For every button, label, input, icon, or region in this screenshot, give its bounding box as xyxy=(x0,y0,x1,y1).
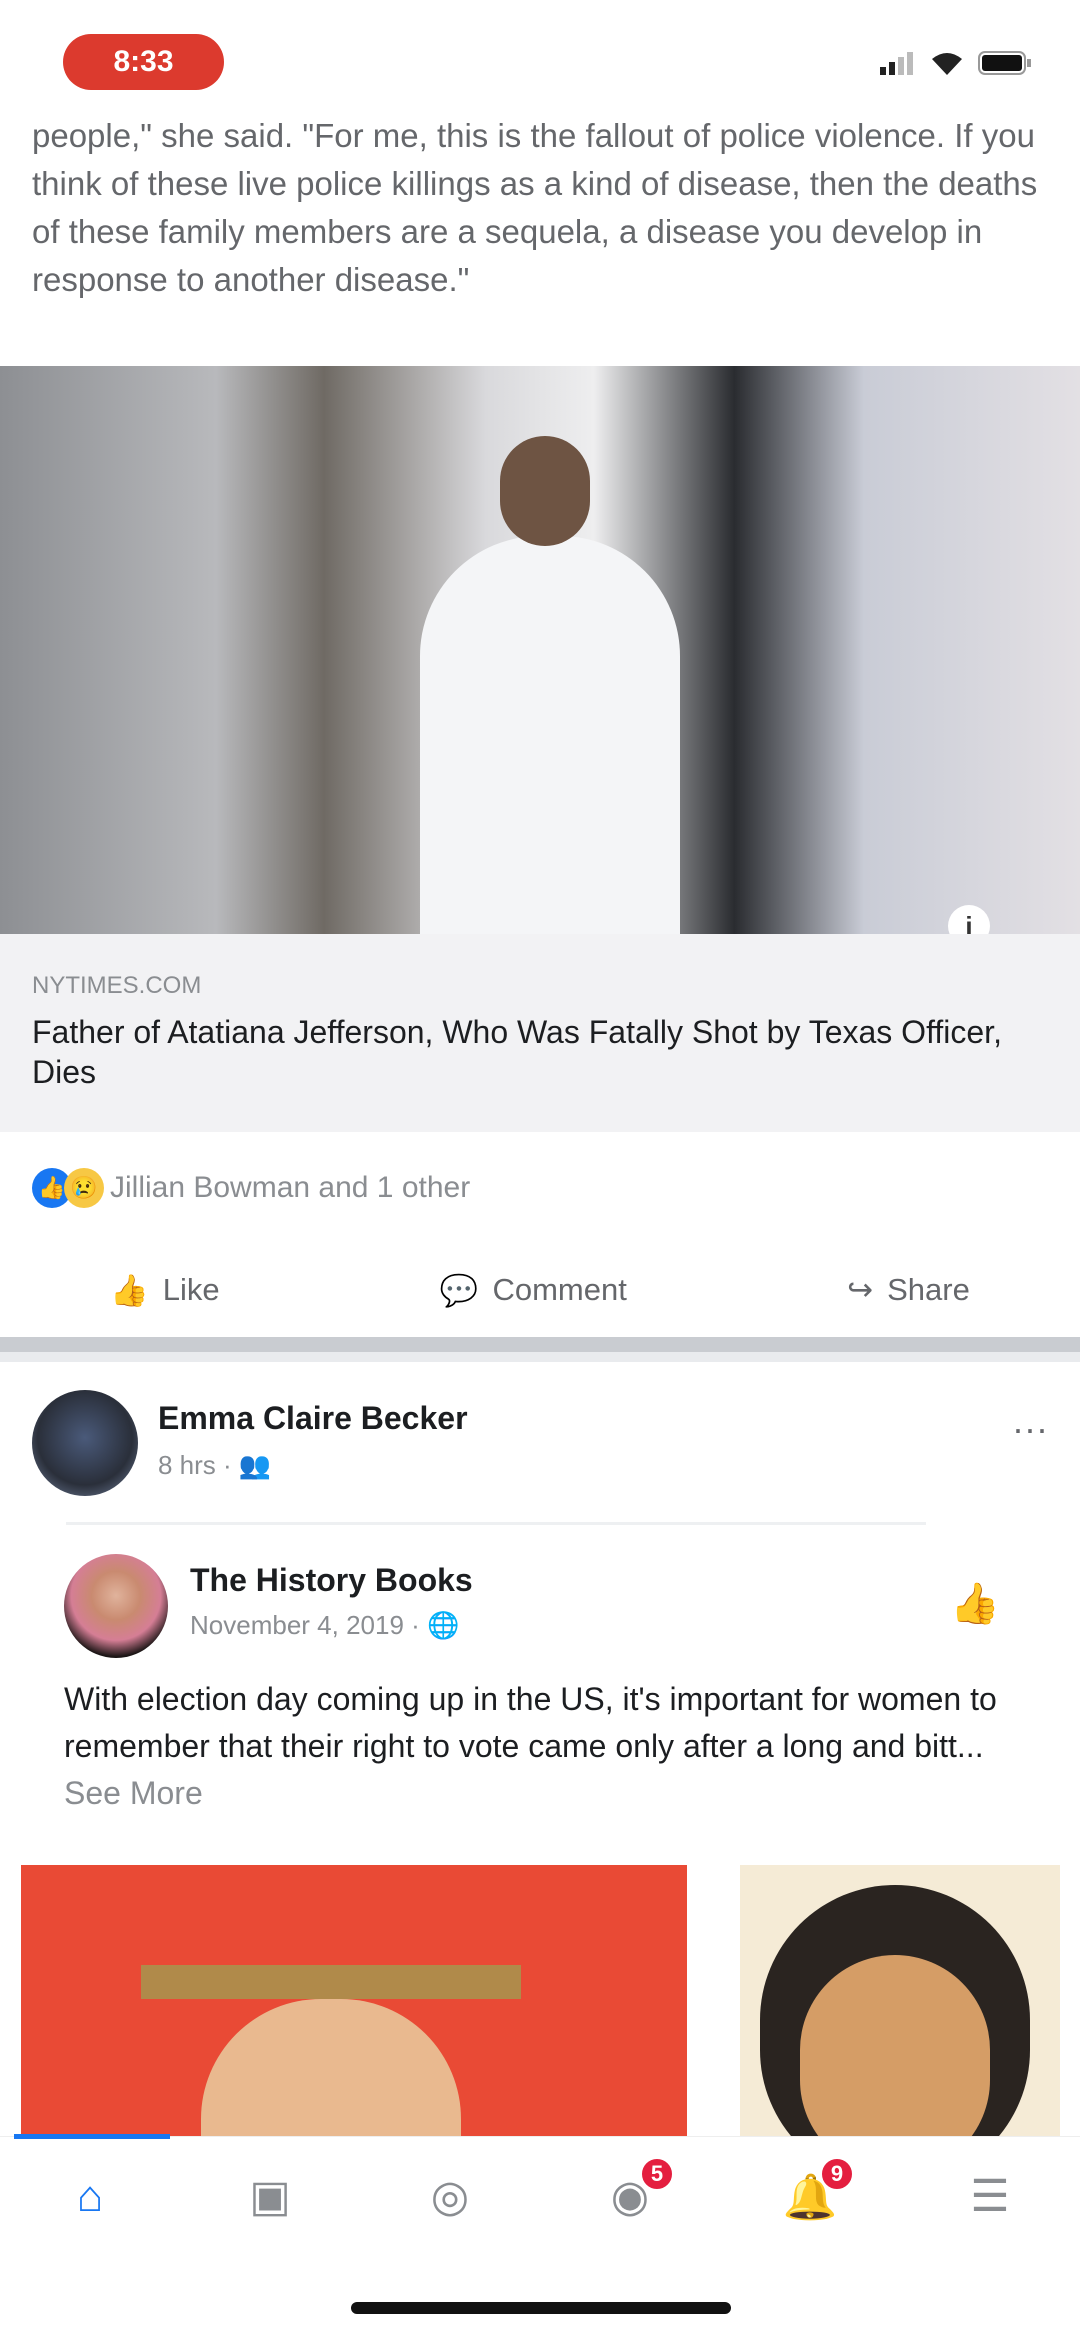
feed-separator xyxy=(0,1337,1080,1362)
post-time[interactable]: 8 hrs · 👥 xyxy=(158,1450,271,1481)
like-button[interactable]: 👍 Like xyxy=(110,1272,219,1309)
post-action-bar: 👍 Like 💬 Comment ↪ Share xyxy=(0,1255,1080,1325)
shared-page-name[interactable]: The History Books xyxy=(190,1562,473,1599)
haha-reaction-icon: 😢 xyxy=(64,1168,104,1208)
groups-badge: 5 xyxy=(639,2155,675,2192)
author-avatar[interactable] xyxy=(32,1390,138,1496)
menu-icon: ☰ xyxy=(970,2172,1010,2221)
share-icon: ↪ xyxy=(847,1272,874,1307)
share-label: Share xyxy=(887,1272,970,1307)
watch-icon: ▣ xyxy=(249,2172,291,2221)
comment-icon: 💬 xyxy=(439,1272,479,1308)
nav-groups[interactable]: ◉ 5 xyxy=(595,2155,675,2232)
author-name[interactable]: Emma Claire Becker xyxy=(158,1400,468,1437)
shared-text: With election day coming up in the US, i… xyxy=(64,1681,997,1764)
shared-divider xyxy=(66,1522,926,1525)
bottom-navigation: ⌂ ▣ ◎ ◉ 5 🔔 9 ☰ xyxy=(0,2136,1080,2256)
reactions-text: Jillian Bowman and 1 other xyxy=(110,1171,471,1204)
see-more-link[interactable]: See More xyxy=(64,1775,203,1811)
home-indicator[interactable] xyxy=(351,2302,731,2314)
profile-icon: ◎ xyxy=(430,2172,470,2221)
shared-date-text: November 4, 2019 xyxy=(190,1610,404,1640)
comment-button[interactable]: 💬 Comment xyxy=(440,1272,627,1309)
globe-icon: 🌐 xyxy=(427,1610,460,1640)
comment-label: Comment xyxy=(492,1272,627,1307)
link-title[interactable]: Father of Atatiana Jefferson, Who Was Fa… xyxy=(32,1012,1012,1092)
post-image-1[interactable] xyxy=(21,1865,687,2136)
more-options-icon[interactable]: ··· xyxy=(1012,1408,1048,1450)
recording-time-pill[interactable]: 8:33 xyxy=(63,34,224,90)
link-preview-image[interactable] xyxy=(0,366,1080,934)
image-face xyxy=(201,1999,461,2136)
shared-date[interactable]: November 4, 2019 · 🌐 xyxy=(190,1610,459,1641)
friends-icon: 👥 xyxy=(238,1450,272,1480)
notifications-badge: 9 xyxy=(819,2155,855,2192)
shared-post-text: With election day coming up in the US, i… xyxy=(64,1676,1024,1817)
thumbs-up-icon: 👍 xyxy=(110,1272,149,1308)
wifi-icon xyxy=(932,53,962,75)
post-time-text: 8 hrs xyxy=(158,1450,216,1480)
nav-home[interactable]: ⌂ xyxy=(55,2162,125,2232)
like-page-icon[interactable]: 👍 xyxy=(950,1580,1000,1627)
nav-menu[interactable]: ☰ xyxy=(955,2162,1025,2232)
image-figure-head xyxy=(500,436,590,546)
system-status-icons xyxy=(880,50,1032,76)
page-avatar[interactable] xyxy=(64,1554,168,1658)
active-tab-indicator xyxy=(14,2134,170,2139)
image-shelf xyxy=(141,1965,521,1999)
like-label: Like xyxy=(162,1272,220,1307)
image-figure xyxy=(420,536,680,934)
nav-watch[interactable]: ▣ xyxy=(235,2162,305,2232)
post-text-excerpt: people," she said. "For me, this is the … xyxy=(32,117,1038,298)
link-domain: nytimes.com xyxy=(32,972,202,999)
post-image-2[interactable] xyxy=(740,1865,1060,2136)
image-face xyxy=(800,1955,990,2136)
share-button[interactable]: ↪ Share xyxy=(847,1272,970,1308)
nav-marketplace[interactable]: ◎ xyxy=(415,2162,485,2232)
home-icon: ⌂ xyxy=(76,2171,104,2221)
battery-icon xyxy=(978,51,1031,75)
nav-notifications[interactable]: 🔔 9 xyxy=(775,2155,855,2232)
signal-icon xyxy=(880,52,913,75)
reactions-summary[interactable]: 👍 😢 Jillian Bowman and 1 other xyxy=(32,1168,470,1208)
